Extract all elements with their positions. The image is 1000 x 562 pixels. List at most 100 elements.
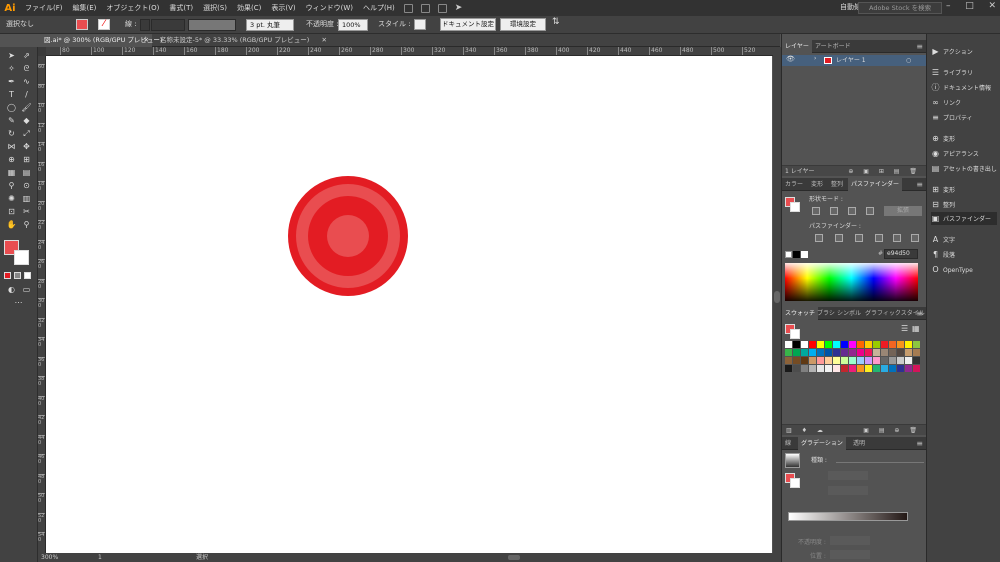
ellipse-tool-icon[interactable]: ◯	[6, 103, 17, 112]
fill-swatch[interactable]	[76, 19, 88, 30]
swatch[interactable]	[865, 341, 872, 348]
swatch[interactable]	[809, 365, 816, 372]
swatch[interactable]	[873, 341, 880, 348]
dock-properties[interactable]: ≡ プロパティ	[931, 111, 997, 124]
swatch[interactable]	[873, 357, 880, 364]
intersect-icon[interactable]	[848, 207, 856, 215]
width-tool-icon[interactable]: ⋈	[6, 142, 17, 151]
graphic-style-swatch[interactable]	[414, 19, 426, 30]
swatch[interactable]	[857, 357, 864, 364]
tab-align[interactable]: 整列	[828, 178, 846, 191]
swatch[interactable]	[793, 357, 800, 364]
target-icon[interactable]: ○	[906, 55, 911, 66]
minus-back-icon[interactable]	[911, 234, 919, 242]
gradient-mode-icon[interactable]	[14, 272, 21, 279]
merge-icon[interactable]	[855, 234, 863, 242]
swatch[interactable]	[793, 349, 800, 356]
layer-name[interactable]: レイヤー 1	[836, 55, 866, 66]
dock-transform-2[interactable]: ⊞ 変形	[931, 183, 997, 196]
menu-select[interactable]: 選択(S)	[198, 3, 232, 13]
dock-libraries[interactable]: ☰ ライブラリ	[931, 66, 997, 79]
zoom-tool-icon[interactable]: ⚲	[21, 220, 32, 229]
free-transform-tool-icon[interactable]: ✥	[21, 142, 32, 151]
direct-selection-tool-icon[interactable]: ⇗	[21, 51, 32, 60]
tab-gradient[interactable]: グラデーション	[798, 437, 846, 450]
swatch-library-icon[interactable]: ▥ ♦ ☁	[786, 425, 827, 436]
mesh-tool-icon[interactable]: ▦	[6, 168, 17, 177]
swatch[interactable]	[881, 365, 888, 372]
color-spectrum[interactable]	[785, 263, 918, 301]
swatch[interactable]	[913, 341, 920, 348]
swatch[interactable]	[825, 349, 832, 356]
swatch[interactable]	[785, 365, 792, 372]
swatch[interactable]	[817, 341, 824, 348]
menu-view[interactable]: 表示(V)	[266, 3, 300, 13]
stroke-swatch[interactable]: ⁄	[98, 19, 110, 30]
panel-menu-icon[interactable]: ≡	[913, 40, 926, 53]
dock-actions[interactable]: ▶ アクション	[931, 45, 997, 58]
horizontal-ruler[interactable]: 80 100 120 140 160 180 200 220 240 260 280 300 320 34…	[46, 47, 773, 56]
swatch[interactable]	[849, 341, 856, 348]
none-swatch-icon[interactable]	[785, 251, 792, 258]
minus-front-icon[interactable]	[830, 207, 838, 215]
swatch[interactable]	[833, 349, 840, 356]
dock-document-info[interactable]: ⓘ ドキュメント情報	[931, 81, 997, 94]
swatch[interactable]	[801, 357, 808, 364]
swatch[interactable]	[897, 365, 904, 372]
swatch[interactable]	[889, 349, 896, 356]
hex-input[interactable]: e94d50	[884, 249, 918, 259]
gradient-tool-icon[interactable]: ▤	[21, 168, 32, 177]
tab-transparency[interactable]: 透明	[850, 437, 868, 450]
menu-window[interactable]: ウィンドウ(W)	[301, 3, 358, 13]
swatch[interactable]	[889, 357, 896, 364]
black-swatch[interactable]	[793, 251, 800, 258]
swatch[interactable]	[793, 341, 800, 348]
dock-transform[interactable]: ⊕ 変形	[931, 132, 997, 145]
swatch[interactable]	[889, 365, 896, 372]
opacity-field[interactable]: 100%	[338, 19, 368, 31]
draw-mode-icon[interactable]: ◐	[6, 285, 17, 294]
dock-appearance[interactable]: ◉ アピアランス	[931, 147, 997, 160]
layer-row[interactable]: 👁 › レイヤー 1 ○	[782, 55, 927, 66]
swatch[interactable]	[897, 357, 904, 364]
list-view-icon[interactable]: ☰	[901, 324, 908, 333]
gradient-stroke-icon[interactable]	[790, 478, 800, 488]
dock-paragraph[interactable]: ¶ 段落	[931, 248, 997, 261]
white-swatch[interactable]	[801, 251, 808, 258]
swatch[interactable]	[833, 365, 840, 372]
stock-icon[interactable]	[420, 3, 430, 13]
stroke-weight-stepper[interactable]	[140, 19, 150, 31]
swatch[interactable]	[905, 357, 912, 364]
swatch[interactable]	[913, 357, 920, 364]
scroll-thumb[interactable]	[774, 291, 780, 303]
selection-tool-icon[interactable]: ➤	[6, 51, 17, 60]
swatch[interactable]	[833, 341, 840, 348]
variable-width-profile[interactable]	[188, 19, 236, 31]
menu-edit[interactable]: 編集(E)	[68, 3, 102, 13]
swatch[interactable]	[889, 341, 896, 348]
canvas-area[interactable]	[46, 56, 773, 553]
symbol-sprayer-tool-icon[interactable]: ✺	[6, 194, 17, 203]
swatch[interactable]	[825, 341, 832, 348]
hand-tool-icon[interactable]: ✋	[6, 220, 17, 229]
stroke-color-icon[interactable]	[14, 250, 29, 265]
gradient-angle-field[interactable]	[828, 471, 868, 480]
maximize-icon[interactable]: □	[965, 1, 974, 15]
stock-search-input[interactable]: Adobe Stock を検索	[858, 2, 942, 14]
vertical-scrollbar[interactable]	[773, 47, 781, 553]
send-icon[interactable]: ➤	[455, 3, 463, 13]
swatch[interactable]	[801, 365, 808, 372]
paintbrush-tool-icon[interactable]: 🖌	[21, 103, 32, 112]
swatch[interactable]	[849, 357, 856, 364]
curvature-tool-icon[interactable]: ∿	[21, 77, 32, 86]
swatch[interactable]	[809, 341, 816, 348]
slice-tool-icon[interactable]: ✂	[21, 207, 32, 216]
blend-tool-icon[interactable]: ⊙	[21, 181, 32, 190]
eyedropper-tool-icon[interactable]: ⚲	[6, 181, 17, 190]
close-tab-icon[interactable]: ✕	[322, 34, 327, 47]
layers-actions-icon[interactable]: ⊕ ▣ ⊞ ▤ 🗑	[848, 166, 921, 177]
swatch[interactable]	[825, 365, 832, 372]
close-icon[interactable]: ✕	[988, 1, 996, 15]
panel-menu-icon[interactable]: ≡	[913, 307, 926, 320]
dock-links[interactable]: ∞ リンク	[931, 96, 997, 109]
